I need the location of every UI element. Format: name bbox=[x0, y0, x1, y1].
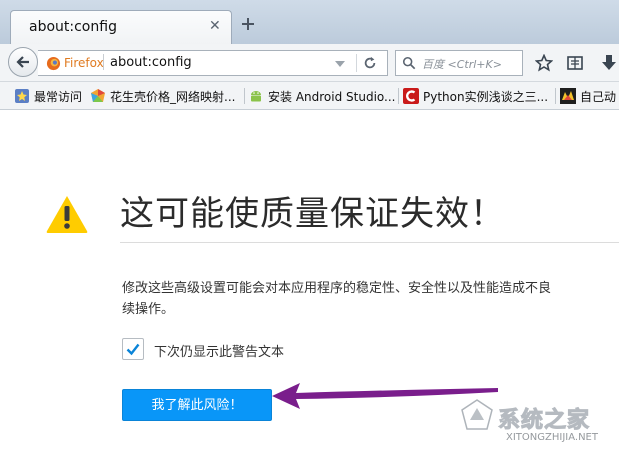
search-icon bbox=[402, 56, 416, 70]
bookmark-label: 安装 Android Studio... bbox=[268, 90, 396, 104]
download-icon[interactable] bbox=[600, 54, 618, 72]
bookmark-label: 最常访问 bbox=[34, 90, 83, 104]
watermark: 系统之家 XITONGZHIJIA.NET bbox=[458, 392, 619, 452]
tab-about-config[interactable]: about:config ✕ bbox=[10, 10, 232, 44]
checkmark-icon bbox=[126, 343, 140, 356]
navigation-toolbar: Firefox about:config 百度 <Ctrl+K> bbox=[0, 44, 619, 82]
description-line: 续操作。 bbox=[122, 302, 175, 317]
description-line: 修改这些高级设置可能会对本应用程序的稳定性、安全性以及性能造成不良 bbox=[122, 281, 552, 296]
bookmark-label: 花生壳价格_网络映射... bbox=[110, 90, 236, 104]
peanut-shell-icon bbox=[91, 89, 105, 102]
search-placeholder: 百度 <Ctrl+K> bbox=[422, 58, 502, 71]
bookmark-separator bbox=[555, 88, 556, 104]
bookmark-separator bbox=[244, 88, 245, 104]
tab-strip: about:config ✕ bbox=[0, 0, 619, 44]
bookmark-label: 自己动 bbox=[580, 90, 617, 104]
dropdown-arrow-icon[interactable] bbox=[335, 61, 345, 68]
bookmark-label: Python实例浅谈之三... bbox=[423, 90, 549, 104]
watermark-url: XITONGZHIJIA.NET bbox=[506, 432, 598, 443]
url-separator bbox=[103, 54, 104, 70]
watermark-text: 系统之家 bbox=[497, 408, 591, 434]
close-icon[interactable]: ✕ bbox=[209, 18, 221, 34]
back-arrow-icon bbox=[16, 56, 29, 68]
url-text[interactable]: about:config bbox=[110, 55, 192, 70]
tab-title: about:config bbox=[29, 19, 117, 35]
bookmark-star-icon[interactable] bbox=[535, 54, 553, 72]
url-bar[interactable]: Firefox about:config bbox=[38, 50, 388, 76]
show-warning-checkbox[interactable] bbox=[122, 338, 144, 360]
plus-icon[interactable] bbox=[240, 16, 256, 32]
about-config-warning-page: 这可能使质量保证失效！ 修改这些高级设置可能会对本应用程序的稳定性、安全性以及性… bbox=[0, 110, 619, 452]
firefox-icon bbox=[46, 56, 61, 71]
checkbox-label: 下次仍显示此警告文本 bbox=[154, 345, 285, 360]
reload-icon[interactable] bbox=[363, 56, 377, 70]
accept-risk-button[interactable]: 我了解此风险！ bbox=[122, 389, 272, 421]
csdn-icon bbox=[403, 88, 419, 104]
game-icon bbox=[560, 88, 576, 104]
page-title: 这可能使质量保证失效！ bbox=[120, 194, 505, 234]
bookmark-star-icon bbox=[15, 89, 29, 103]
bookmark-separator bbox=[398, 88, 399, 104]
warning-description: 修改这些高级设置可能会对本应用程序的稳定性、安全性以及性能造成不良 续操作。 bbox=[122, 278, 619, 320]
url-divider bbox=[356, 54, 357, 72]
bookmarks-toolbar: 最常访问 花生壳价格_网络映射... 安装 Android Studio... … bbox=[0, 82, 619, 110]
back-button[interactable] bbox=[8, 47, 38, 77]
search-input[interactable]: 百度 <Ctrl+K> bbox=[395, 50, 523, 76]
android-icon bbox=[251, 91, 261, 102]
warning-icon bbox=[46, 196, 88, 233]
watermark-logo-icon bbox=[461, 399, 493, 430]
title-divider bbox=[120, 242, 619, 243]
library-icon[interactable] bbox=[566, 54, 584, 72]
identity-label: Firefox bbox=[64, 56, 104, 70]
